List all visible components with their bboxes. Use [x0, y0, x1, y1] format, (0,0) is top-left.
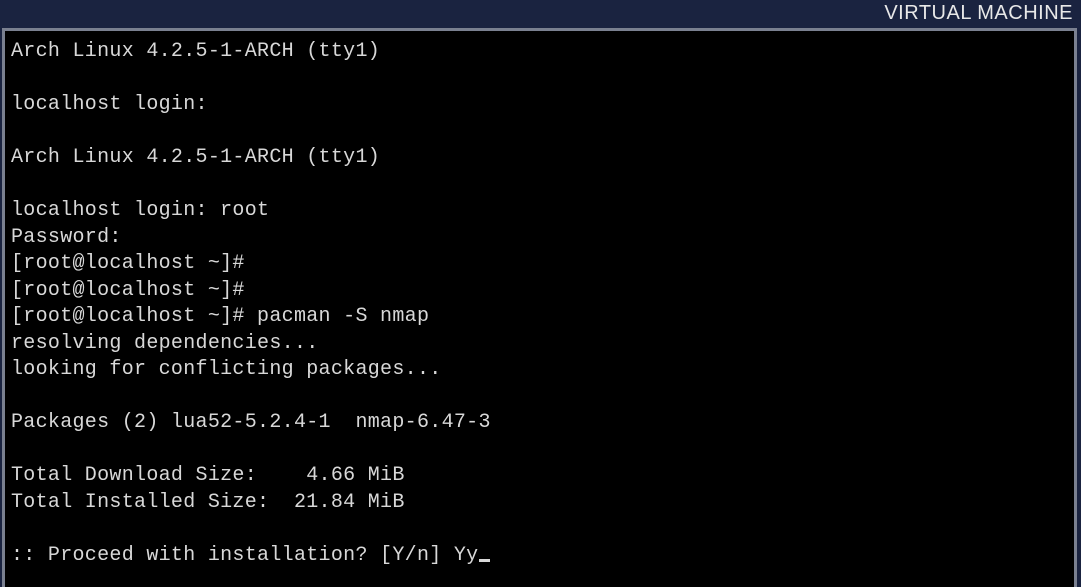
terminal-line: Total Download Size: 4.66 MiB — [11, 464, 405, 487]
terminal-line: resolving dependencies... — [11, 332, 319, 355]
terminal-line: Total Installed Size: 21.84 MiB — [11, 491, 405, 514]
terminal-line: localhost login: root — [11, 199, 269, 222]
terminal-line: [root@localhost ~]# — [11, 252, 245, 275]
virtual-machine-label: VIRTUAL MACHINE — [884, 2, 1073, 25]
terminal-line: :: Proceed with installation? [Y/n] Yy — [11, 544, 478, 567]
cursor-icon — [479, 559, 490, 562]
terminal-line: Arch Linux 4.2.5-1-ARCH (tty1) — [11, 146, 380, 169]
terminal-output: Arch Linux 4.2.5-1-ARCH (tty1) localhost… — [11, 39, 1068, 569]
terminal-line: [root@localhost ~]# — [11, 279, 245, 302]
terminal-line: Packages (2) lua52-5.2.4-1 nmap-6.47-3 — [11, 411, 491, 434]
terminal-line: Arch Linux 4.2.5-1-ARCH (tty1) — [11, 40, 380, 63]
terminal-line: localhost login: — [11, 93, 208, 116]
terminal-line: Password: — [11, 226, 122, 249]
terminal-window[interactable]: Arch Linux 4.2.5-1-ARCH (tty1) localhost… — [2, 28, 1077, 587]
terminal-line: looking for conflicting packages... — [11, 358, 442, 381]
terminal-line: [root@localhost ~]# pacman -S nmap — [11, 305, 429, 328]
